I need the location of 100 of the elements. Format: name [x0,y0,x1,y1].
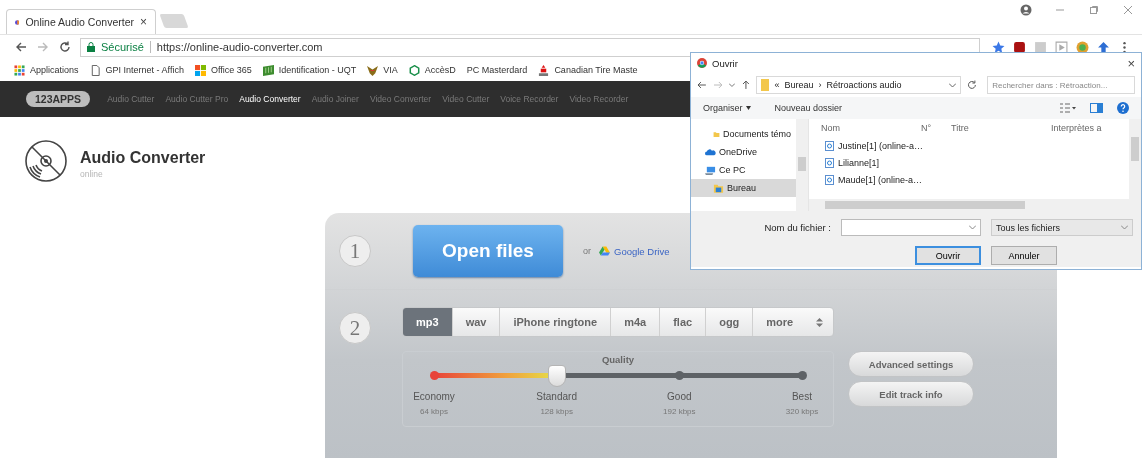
bookmark-link[interactable]: PC Masterdard [466,65,528,75]
format-tab[interactable]: m4a [611,308,661,336]
format-tab[interactable]: iPhone ringtone [500,308,612,336]
filename-field[interactable] [841,219,981,236]
path-segment[interactable]: Bureau [784,80,814,90]
scrollbar-thumb[interactable] [1131,137,1139,161]
dialog-close-button[interactable]: × [1127,55,1135,71]
organize-menu[interactable]: Organiser [703,103,751,113]
filename-label: Nom du fichier : [764,222,831,233]
audio-file-icon [825,140,834,151]
nav-link[interactable]: Audio Converter [239,94,301,104]
app-title: Audio Converter [80,149,206,167]
bird-icon [367,64,379,76]
reload-icon[interactable] [58,40,72,54]
restore-icon[interactable] [1088,4,1100,16]
quality-label: Good [667,391,692,402]
folder-tree-item[interactable]: OneDrive [691,143,797,161]
settings-button[interactable]: Edit track info [848,381,974,407]
dialog-title: Ouvrir [712,57,739,69]
tab-close-button[interactable]: × [140,15,147,29]
audio-file-icon [825,174,834,185]
bookmark-link[interactable]: AccèsD [424,65,456,75]
google-drive-link[interactable]: Google Drive [599,245,670,257]
bookmark-link[interactable]: Office 365 [210,65,252,75]
file-item[interactable]: Maude[1] (online-a… [809,171,1141,188]
browser-tab[interactable]: Online Audio Converter × [6,9,156,34]
dialog-button[interactable]: Annuler [991,246,1057,265]
back-icon[interactable] [697,80,707,90]
scrollbar[interactable] [1129,119,1141,199]
path-segment[interactable]: Rétroactions audio [826,80,902,90]
step-number: 2 [339,312,371,344]
column-header[interactable]: Nom [821,123,921,133]
scrollbar[interactable] [809,199,1141,211]
quality-title: Quality [601,354,635,365]
format-tab[interactable]: ogg [706,308,754,336]
apps-icon [14,64,25,76]
file-item[interactable]: Lilianne[1] [809,154,1141,171]
caret-icon [969,225,976,230]
bookmark-link[interactable]: Applications [30,65,79,75]
extension-icon[interactable] [1097,40,1110,54]
bookmark-link[interactable]: Identification - UQT [278,65,357,75]
close-icon[interactable] [1122,4,1134,16]
bookmark-link[interactable]: Canadian Tire Maste [554,65,638,75]
format-tab[interactable]: mp3 [403,308,453,336]
column-header[interactable]: Titre [951,123,1051,133]
refresh-icon[interactable] [967,80,978,90]
quality-label: Economy [413,391,455,402]
search-field[interactable]: Rechercher dans : Rétroaction... [987,76,1135,94]
folder-tree-item[interactable]: Ce PC [691,161,797,179]
quality-label: Best [791,391,812,402]
path-overflow-mark: « [774,80,780,90]
dialog-button[interactable]: Ouvrir [915,246,981,265]
app-subtitle: online [80,169,104,179]
slider-thumb[interactable] [547,365,566,387]
bookmark-link[interactable]: GPI Internet - Affich [105,65,184,75]
more-formats-dropdown[interactable]: more [753,308,833,336]
scrollbar[interactable] [796,119,808,211]
or-label: or [583,246,591,256]
hexagon-icon [408,64,420,76]
quality-label: Standard [536,391,577,402]
bookmark-link[interactable]: VIA [383,65,398,75]
bitrate-label: 320 kbps [785,407,819,416]
bitrate-label: 192 kbps [663,407,696,416]
back-icon[interactable] [14,40,28,54]
forward-icon[interactable] [36,40,50,54]
folder-tree-item[interactable]: Bureau [691,179,797,197]
windows-icon [194,64,206,76]
format-tab[interactable]: flac [660,308,707,336]
site-logo[interactable]: 123APPS [26,91,91,107]
scrollbar-thumb[interactable] [825,201,1025,209]
view-list-icon[interactable] [1060,103,1076,113]
disc-icon [24,139,68,183]
star-icon[interactable] [992,40,1005,54]
folder-tree-item[interactable]: Documents témo [691,125,797,143]
scrollbar-thumb[interactable] [798,157,806,171]
lock-icon [87,42,95,52]
caret-icon[interactable] [728,82,735,88]
browser-logo-icon [697,58,707,68]
up-arrow-icon[interactable] [740,80,751,90]
cloud-icon [705,146,716,158]
file-type-dropdown[interactable]: Tous les fichiers [991,219,1133,236]
store-logo-icon [538,64,550,76]
path-bar[interactable]: « Bureau › Rétroactions audio [756,76,962,94]
profile-icon[interactable] [1020,4,1032,16]
format-tab[interactable]: wav [452,308,501,336]
flag-icon [262,64,274,76]
forward-icon[interactable] [712,80,723,90]
file-item[interactable]: Justine[1] (online-a… [809,137,1141,154]
help-icon[interactable] [1117,102,1129,114]
column-header[interactable]: N° [921,123,951,133]
settings-button[interactable]: Advanced settings [848,351,974,377]
secure-label: Sécurisé [101,41,144,53]
column-header[interactable]: Interprètes a [1051,123,1102,133]
extension-icon[interactable] [1013,40,1026,54]
stop-dot[interactable] [798,371,807,380]
new-folder-button[interactable]: Nouveau dossier [774,103,843,113]
caret-icon [745,106,751,110]
preview-pane-icon[interactable] [1090,103,1103,113]
new-tab-button[interactable] [159,14,189,28]
stop-dot[interactable] [430,371,439,380]
